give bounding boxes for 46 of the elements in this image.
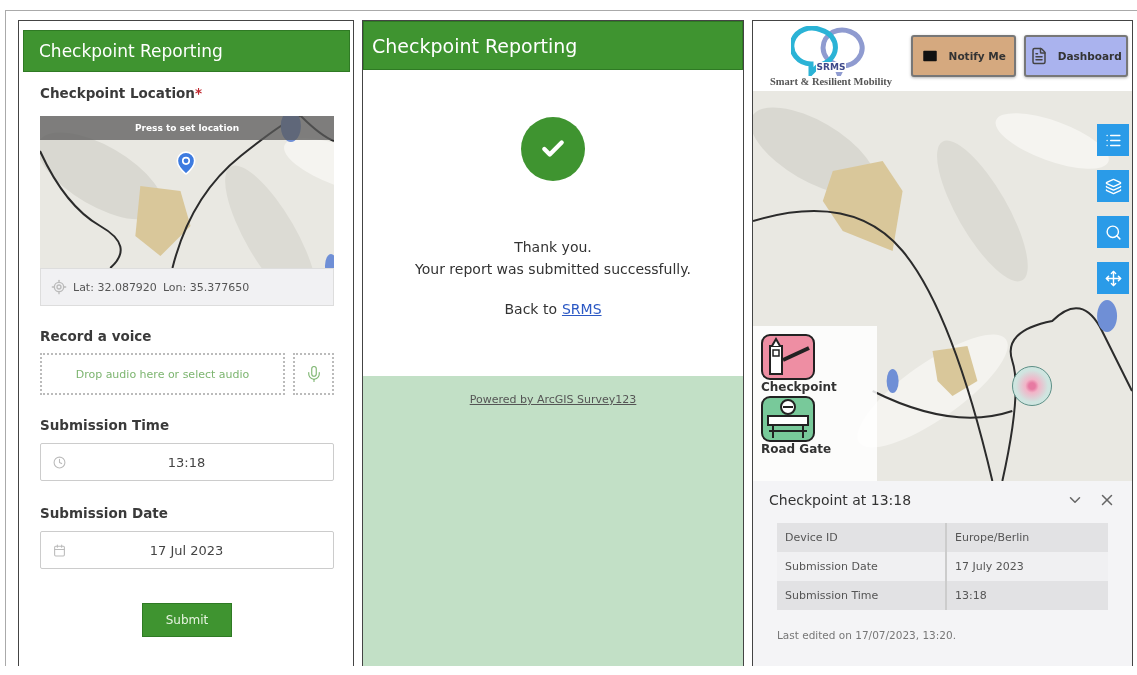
last-edited-note: Last edited on 17/07/2023, 13:20. bbox=[777, 629, 958, 641]
powered-by-link[interactable]: Powered by ArcGIS Survey123 bbox=[469, 393, 637, 407]
question-label: Submission Time bbox=[40, 417, 171, 433]
app-header: Checkpoint Reporting bbox=[23, 30, 350, 72]
legend-label: Road Gate bbox=[761, 442, 833, 456]
srms-link[interactable]: SRMS bbox=[561, 301, 602, 317]
map-tool-button[interactable] bbox=[1097, 216, 1129, 248]
search-icon bbox=[1104, 223, 1122, 241]
popup-title: Checkpoint at 13:18 bbox=[769, 492, 913, 508]
record-button[interactable] bbox=[293, 353, 334, 395]
longitude-text: Lon: 35.377650 bbox=[162, 280, 250, 294]
table-cell: 17 July 2023 bbox=[947, 552, 1108, 581]
app-header: Checkpoint Reporting bbox=[363, 21, 743, 70]
table-cell: Europe/Berlin bbox=[947, 523, 1108, 552]
table-cell: Device ID bbox=[777, 523, 947, 552]
date-field[interactable]: 17 Jul 2023 bbox=[40, 531, 334, 569]
question-label: Record a voice bbox=[40, 328, 153, 344]
road-barrier-icon bbox=[761, 396, 815, 442]
logo-acronym: SRMS bbox=[815, 61, 847, 72]
confirmation-message: Thank you. bbox=[514, 238, 592, 257]
confirmation-message: Your report was submitted successfully. bbox=[415, 260, 691, 279]
layers-icon bbox=[1104, 177, 1122, 195]
back-text: Back to bbox=[504, 301, 557, 317]
table-cell: 13:18 bbox=[947, 581, 1108, 610]
logo-tagline: Smart & Resilient Mobility bbox=[769, 75, 893, 87]
table-cell: Submission Date bbox=[777, 552, 947, 581]
table-cell: Submission Time bbox=[777, 581, 947, 610]
notify-button[interactable]: Notify Me bbox=[911, 35, 1016, 77]
document-icon bbox=[1029, 47, 1048, 65]
question-label: Submission Date bbox=[40, 505, 169, 521]
question-label: Checkpoint Location* bbox=[40, 85, 203, 101]
map-tool-button[interactable] bbox=[1097, 124, 1129, 156]
map-banner: Press to set location bbox=[40, 116, 334, 140]
map-tool-button[interactable] bbox=[1097, 262, 1129, 294]
checkpoint-booth-icon bbox=[761, 334, 815, 380]
submit-button[interactable]: Submit bbox=[142, 603, 232, 637]
latitude-text: Lat: 32.087920 bbox=[73, 280, 157, 294]
time-field[interactable]: 13:18 bbox=[40, 443, 334, 481]
move-icon bbox=[1104, 269, 1122, 287]
calendar-icon bbox=[53, 543, 66, 557]
dashboard-button[interactable]: Dashboard bbox=[1023, 35, 1128, 77]
location-icon bbox=[51, 279, 67, 295]
legend-label: Checkpoint bbox=[761, 380, 838, 394]
clock-icon bbox=[53, 455, 66, 469]
location-map[interactable]: Press to set location bbox=[40, 116, 334, 268]
map-tool-button[interactable] bbox=[1097, 170, 1129, 202]
